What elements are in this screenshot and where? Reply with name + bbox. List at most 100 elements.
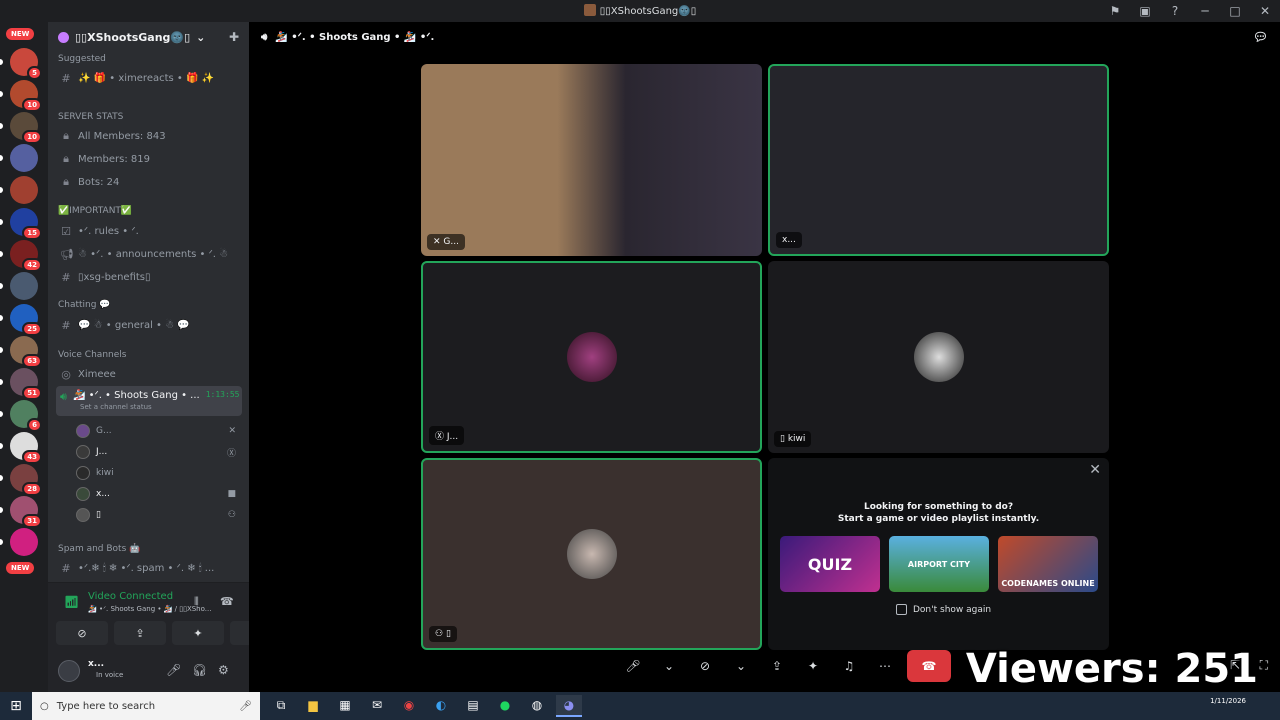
voice-status[interactable]: Video Connected [88, 591, 173, 602]
chevron-down-icon[interactable]: ⌄ [727, 652, 755, 680]
new-badge-top: NEW [6, 28, 35, 40]
store-icon[interactable]: ▦ [332, 695, 358, 717]
maximize-button[interactable]: □ [1220, 0, 1250, 22]
server-icon[interactable] [10, 528, 38, 556]
headphones-icon[interactable]: 🎧︎ [192, 663, 207, 677]
screenshare-icon[interactable]: ⇪ [763, 652, 791, 680]
category-important[interactable]: ✅IMPORTANT✅ [58, 206, 132, 216]
channel-ximeee[interactable]: ◎ Ximeee [56, 364, 242, 384]
task-view-icon[interactable]: ⧉ [268, 695, 294, 717]
server-icon[interactable]: 5 [10, 48, 42, 80]
server-icon[interactable]: 10 [10, 112, 42, 144]
channel-status[interactable]: Set a channel status [80, 403, 152, 411]
invite-icon[interactable]: ✚ [229, 30, 239, 44]
category-server-stats[interactable]: SERVER STATS [58, 112, 123, 122]
server-icon[interactable]: 10 [10, 80, 42, 112]
discord-icon[interactable]: ◕ [556, 695, 582, 717]
chrome-icon[interactable]: ◉ [396, 695, 422, 717]
server-icon[interactable] [10, 272, 38, 300]
dont-show-again-checkbox[interactable]: Don't show again [896, 604, 991, 615]
channel-members[interactable]: 🔒︎ Members: 819 [56, 149, 242, 169]
video-tile-1[interactable]: ✕ G... [421, 64, 762, 256]
stage-header: 🔊︎ 🏂 •ᐟ. • Shoots Gang • 🏂 •ᐟ. 💬︎ [249, 22, 1280, 52]
voice-user[interactable]: J... Ⓧ [76, 443, 242, 461]
voice-user[interactable]: x... ■ [76, 485, 242, 503]
server-icon[interactable] [10, 144, 38, 172]
video-tile-2[interactable]: x... [768, 64, 1109, 256]
server-icon[interactable]: 31 [10, 496, 42, 528]
chat-icon[interactable]: 💬︎ [1253, 30, 1268, 44]
spotify-icon[interactable]: ● [492, 695, 518, 717]
end-call-button[interactable]: ☎ [907, 650, 951, 682]
activity-card-airport[interactable]: AIRPORT CITY [889, 536, 989, 592]
file-explorer-icon[interactable]: ▆ [300, 695, 326, 717]
channel-announcements[interactable]: 📢︎ ☃ •ᐟ. • announcements • ᐟ. ☃ [56, 244, 242, 264]
obs-icon[interactable]: ◍ [524, 695, 550, 717]
microphone-icon[interactable]: 🎤︎ [239, 701, 252, 712]
soundboard-icon[interactable]: ♫ [835, 652, 863, 680]
server-icon[interactable]: 42 [10, 240, 42, 272]
channel-spam[interactable]: # •ᐟ.❄ 🕯 ❄ •ᐟ. spam • ᐟ. ❄ 🕯 ... [56, 558, 242, 578]
activity-card-codenames[interactable]: CODENAMES ONLINE [998, 536, 1098, 592]
fullscreen-icon[interactable]: ⛶ [1260, 658, 1268, 673]
screenshare-button[interactable]: ⇪ [114, 621, 166, 645]
speaker-icon: 🔊︎ [261, 31, 268, 43]
inbox-icon[interactable]: ⚑ [1100, 0, 1130, 22]
more-icon[interactable]: ⋯ [871, 652, 899, 680]
voice-user[interactable]: G... ✕ [76, 422, 242, 440]
channel-ximereacts[interactable]: # ✨ 🎁 • ximereacts • 🎁 ✨ [56, 68, 242, 88]
settings-gear-icon[interactable]: ⚙ [218, 663, 229, 677]
server-icon[interactable]: 6 [10, 400, 42, 432]
windows-start-icon[interactable]: ⊞ [0, 692, 32, 720]
minimize-button[interactable]: ─ [1190, 0, 1220, 22]
edge-icon[interactable]: ◐ [428, 695, 454, 717]
category-spam[interactable]: Spam and Bots 🤖 [58, 544, 140, 554]
voice-user[interactable]: ▯ ⚇ [76, 506, 242, 524]
screen-icon[interactable]: ▣ [1130, 0, 1160, 22]
microphone-icon[interactable]: 🎤︎ [619, 652, 647, 680]
clock[interactable]: 1/11/2026 [1210, 697, 1246, 706]
server-header[interactable]: ▯▯XShootsGang🌚▯ ⌄ ✚ [48, 22, 249, 52]
avatar[interactable] [58, 660, 80, 682]
server-icon[interactable]: 25 [10, 304, 42, 336]
tile-name-2: x... [776, 232, 802, 248]
camera-button[interactable]: ⊘ [56, 621, 108, 645]
channel-benefits[interactable]: # ▯xsg-benefits▯ [56, 267, 242, 287]
voice-location[interactable]: 🏂 •ᐟ. Shoots Gang • 🏂 / ▯▯XSho... [88, 605, 211, 613]
channel-shoots-gang[interactable]: 🔊︎ 🏂 •ᐟ. • Shoots Gang • ... 1:13:55 Set… [56, 386, 242, 416]
server-icon[interactable] [10, 176, 38, 204]
channel-general[interactable]: # 💬 ☃ • general • ☃ 💬 [56, 315, 242, 335]
server-icon[interactable]: 28 [10, 464, 42, 496]
new-badge-bottom: NEW [6, 562, 35, 574]
channel-all-members[interactable]: 🔒︎ All Members: 843 [56, 126, 242, 146]
channel-rules[interactable]: ☑ •ᐟ. rules • ᐟ. [56, 221, 242, 241]
video-tile-5[interactable]: ⚇ ▯ [421, 458, 762, 650]
close-button[interactable]: ✕ [1250, 0, 1280, 22]
voice-user[interactable]: kiwi [76, 464, 242, 482]
disconnect-icon[interactable]: ☎ [220, 595, 234, 608]
server-icon[interactable]: 63 [10, 336, 42, 368]
channel-bots[interactable]: 🔒︎ Bots: 24 [56, 172, 242, 192]
activities-button[interactable]: ✦ [172, 621, 224, 645]
app-icon[interactable]: ▤ [460, 695, 486, 717]
category-chatting[interactable]: Chatting 💬 [58, 300, 111, 310]
promo-line-1: Looking for something to do? [863, 502, 1014, 512]
server-icon[interactable]: 51 [10, 368, 42, 400]
server-icon[interactable]: 43 [10, 432, 42, 464]
activities-icon[interactable]: ✦ [799, 652, 827, 680]
video-tile-4[interactable]: ▯ kiwi [768, 261, 1109, 453]
mail-icon[interactable]: ✉ [364, 695, 390, 717]
checkbox-box[interactable] [896, 604, 907, 615]
help-icon[interactable]: ? [1160, 0, 1190, 22]
activity-card-quiz[interactable]: QUIZ [780, 536, 880, 592]
noise-suppression-icon[interactable]: ⦀ [194, 595, 199, 609]
camera-off-icon[interactable]: ⊘ [691, 652, 719, 680]
server-icon[interactable]: 15 [10, 208, 42, 240]
chevron-down-icon[interactable]: ⌄ [655, 652, 683, 680]
category-voice[interactable]: Voice Channels [58, 350, 126, 360]
taskbar-search[interactable]: ○ Type here to search 🎤︎ [32, 692, 260, 720]
microphone-icon[interactable]: 🎤︎ [166, 663, 181, 677]
taskbar-apps: ⧉ ▆ ▦ ✉ ◉ ◐ ▤ ● ◍ ◕ [268, 695, 582, 717]
video-tile-3[interactable]: Ⓧ J... [421, 261, 762, 453]
close-icon[interactable]: ✕ [1089, 462, 1101, 478]
